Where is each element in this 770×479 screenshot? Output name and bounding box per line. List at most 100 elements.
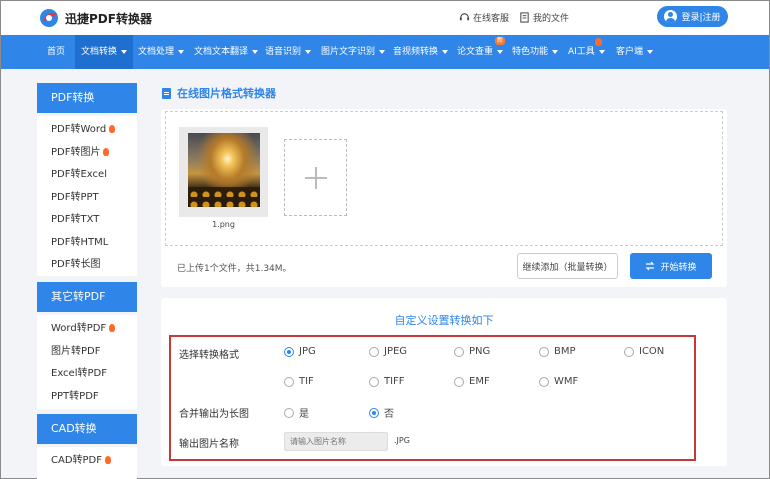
format-option-label: EMF [469, 376, 490, 387]
sidebar-item-pdf-excel[interactable]: PDF转Excel [37, 164, 137, 187]
nav-item-speech[interactable]: 语音识别 [265, 35, 312, 69]
sidebar-item-ppt-pdf[interactable]: PPT转PDF [37, 386, 137, 409]
hot-fire-icon [109, 324, 116, 332]
sidebar-item-label: CAD转PDF [51, 455, 103, 466]
sidebar-item-pdf-long-image[interactable]: PDF转长图 [37, 254, 137, 277]
sidebar-item-pdf-txt[interactable]: PDF转TXT [37, 209, 137, 232]
format-option-wmf[interactable]: WMF [539, 376, 578, 387]
user-avatar-icon [664, 10, 678, 23]
format-label: 选择转换格式 [179, 350, 239, 361]
format-option-icon[interactable]: ICON [624, 346, 664, 357]
sidebar-item-label: Word转PDF [51, 323, 107, 334]
nav-label: 论文查重 [457, 47, 494, 57]
new-badge: 新 [495, 37, 506, 45]
format-option-label: WMF [554, 376, 579, 387]
format-option-png[interactable]: PNG [454, 346, 490, 357]
headset-icon [459, 13, 470, 21]
radio-checked-icon [284, 346, 294, 357]
radio-unchecked-icon [539, 376, 549, 387]
hot-fire-icon [103, 147, 110, 156]
nav-item-doc-process[interactable]: 文档处理 [138, 35, 185, 69]
upload-status-text: 已上传1个文件，共1.34M。 [177, 264, 292, 274]
start-convert-button[interactable]: 开始转换 [630, 253, 712, 279]
caret-down-icon [442, 49, 449, 54]
sidebar-item-label: PDF转TXT [51, 214, 100, 225]
settings-title: 自定义设置转换如下 [394, 314, 494, 327]
main-nav: 首页 文档转换 文档处理 文档文本翻译 语音识别 图片文字识别 音视频转换 论文… [1, 35, 769, 69]
sidebar-item-pdf-html[interactable]: PDF转HTML [37, 232, 137, 255]
sidebar-item-word-pdf[interactable]: Word转PDF [37, 318, 137, 341]
radio-unchecked-icon [284, 407, 294, 418]
nav-item-av-convert[interactable]: 音视频转换 [393, 35, 449, 69]
nav-label: 客户端 [616, 47, 644, 57]
sidebar-item-pdf-word[interactable]: PDF转Word [37, 119, 137, 142]
nav-item-client[interactable]: 客户端 [616, 35, 654, 69]
brand-logo-icon[interactable] [37, 8, 61, 28]
sidebar-item-label: PDF转HTML [51, 236, 109, 248]
nav-item-ocr[interactable]: 图片文字识别 [321, 35, 386, 69]
radio-unchecked-icon [369, 346, 379, 357]
continue-add-button[interactable]: 继续添加（批量转换） [517, 253, 618, 279]
nav-label: AI工具 [568, 47, 595, 57]
nav-label: 文档文本翻译 [194, 47, 249, 57]
sidebar-item-image-pdf[interactable]: 图片转PDF [37, 341, 137, 364]
nav-item-features[interactable]: 特色功能 [512, 35, 559, 69]
nav-item-translate[interactable]: 文档文本翻译 [194, 35, 259, 69]
caret-down-icon [379, 49, 386, 54]
merge-option-no[interactable]: 否 [369, 405, 394, 420]
format-option-label: PNG [469, 346, 491, 357]
sidebar-item-cad-pdf[interactable]: CAD转PDF [37, 450, 137, 473]
radio-unchecked-icon [539, 346, 549, 357]
format-option-label: JPG [299, 346, 316, 357]
output-extension: .JPG [394, 436, 410, 445]
start-convert-label: 开始转换 [660, 262, 697, 273]
format-option-label: TIF [299, 376, 314, 387]
caret-down-icon [121, 49, 128, 54]
online-service-link[interactable]: 在线客服 [459, 11, 509, 24]
hot-fire-icon [105, 456, 112, 464]
radio-unchecked-icon [369, 376, 379, 387]
caret-down-icon [305, 49, 312, 54]
my-files-link[interactable]: 我的文件 [519, 11, 569, 24]
nav-item-home[interactable]: 首页 [37, 35, 75, 69]
add-file-button[interactable] [284, 139, 347, 216]
hot-fire-icon [109, 125, 116, 133]
online-service-label: 在线客服 [473, 14, 510, 24]
swap-arrows-icon [646, 261, 655, 271]
caret-down-icon [178, 49, 185, 54]
sidebar-section-pdf-convert: PDF转换 [37, 83, 137, 113]
brand-name[interactable]: 迅捷PDF转换器 [65, 10, 152, 27]
sidebar-section-cad: CAD转换 [37, 414, 137, 444]
format-option-label: TIFF [384, 376, 405, 387]
sidebar-item-label: PDF转长图 [51, 259, 101, 270]
caret-down-icon [647, 49, 654, 54]
uploaded-image-thumbnail [188, 133, 260, 207]
output-name-label: 输出图片名称 [179, 439, 239, 450]
radio-checked-icon [369, 407, 379, 418]
format-option-jpeg[interactable]: JPEG [369, 346, 407, 357]
nav-item-doc-convert[interactable]: 文档转换 [75, 35, 134, 69]
merge-option-yes[interactable]: 是 [284, 405, 309, 420]
format-option-emf[interactable]: EMF [454, 376, 490, 387]
output-name-input[interactable] [284, 432, 388, 451]
hot-fire-icon [595, 38, 602, 46]
top-header: 迅捷PDF转换器 在线客服 我的文件 登录|注册 [1, 1, 769, 35]
format-option-tiff[interactable]: TIFF [369, 376, 405, 387]
sidebar-item-pdf-ppt[interactable]: PDF转PPT [37, 187, 137, 210]
merge-label: 合并输出为长图 [179, 409, 249, 420]
format-option-jpg[interactable]: JPG [284, 346, 316, 357]
format-option-bmp[interactable]: BMP [539, 346, 576, 357]
radio-unchecked-icon [454, 376, 464, 387]
radio-unchecked-icon [454, 346, 464, 357]
nav-label: 文档转换 [81, 47, 118, 57]
sidebar-item-label: PDF转Excel [51, 169, 107, 180]
format-option-tif[interactable]: TIF [284, 376, 314, 387]
sidebar-list-to-pdf: Word转PDF 图片转PDF Excel转PDF PPT转PDF [37, 315, 137, 409]
sidebar-item-label: Excel转PDF [51, 368, 107, 379]
login-register-button[interactable]: 登录|注册 [657, 6, 728, 27]
nav-label: 首页 [47, 47, 66, 57]
radio-unchecked-icon [624, 346, 634, 357]
sidebar-item-excel-pdf[interactable]: Excel转PDF [37, 363, 137, 386]
sidebar-list-cad: CAD转PDF [37, 447, 137, 479]
sidebar-item-pdf-image[interactable]: PDF转图片 [37, 142, 137, 165]
